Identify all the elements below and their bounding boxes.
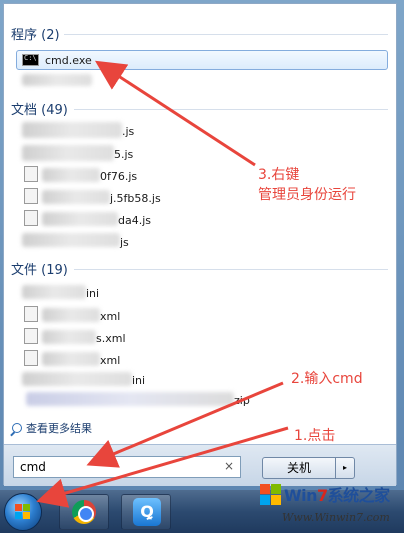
file-icon: [24, 166, 38, 182]
watermark: Win7系统之家 Www.Winwin7.com: [256, 478, 404, 533]
search-icon: [12, 423, 22, 433]
file-item-6[interactable]: [26, 392, 234, 406]
document-item-5-label: da4.js: [118, 214, 152, 227]
document-item-6[interactable]: [22, 233, 120, 247]
clear-search-icon[interactable]: ×: [224, 459, 234, 473]
document-item-1-label: .js: [122, 125, 135, 138]
file-item-6-label: zip: [234, 394, 250, 407]
shutdown-button[interactable]: 关机 ▸: [262, 457, 355, 479]
file-item-2[interactable]: [42, 308, 100, 322]
file-item-4-label: xml: [100, 354, 121, 367]
annotation-step3-line1: 3.右键: [258, 167, 300, 183]
search-input-value: cmd: [20, 460, 46, 474]
document-item-3[interactable]: [42, 168, 100, 182]
file-icon: [24, 306, 38, 322]
files-divider: [74, 269, 388, 270]
files-title: 文件: [11, 263, 38, 278]
file-item-3[interactable]: [42, 330, 96, 344]
shutdown-options-arrow-icon[interactable]: ▸: [336, 458, 354, 478]
annotation-step1: 1.点击: [294, 428, 336, 444]
file-item-3-label: s.xml: [96, 332, 126, 345]
file-icon: [24, 188, 38, 204]
files-header: 文件 (19): [11, 259, 68, 278]
annotation-step3-line2: 管理员身份运行: [258, 187, 356, 203]
document-item-1[interactable]: [22, 122, 122, 138]
document-item-4[interactable]: [42, 190, 110, 204]
watermark-title: Win7系统之家: [284, 486, 390, 505]
windows-logo-icon: [15, 504, 31, 520]
file-item-4[interactable]: [42, 352, 100, 366]
document-item-6-label: js: [120, 236, 129, 249]
documents-divider: [74, 109, 388, 110]
file-item-1[interactable]: [22, 285, 86, 299]
file-icon: [24, 350, 38, 366]
programs-count: (2): [41, 28, 60, 43]
document-item-5[interactable]: [42, 212, 118, 226]
file-item-1-label: ini: [86, 287, 100, 300]
search-input[interactable]: cmd ×: [13, 456, 241, 478]
documents-title: 文档: [11, 103, 38, 118]
watermark-url: Www.Winwin7.com: [282, 511, 390, 524]
file-icon: [24, 210, 38, 226]
cmd-console-icon: [22, 54, 39, 66]
files-count: (19): [41, 263, 68, 278]
documents-count: (49): [41, 103, 68, 118]
document-item-2-label: 5.js: [114, 148, 134, 161]
document-item-3-label: 0f76.js: [100, 170, 138, 183]
file-item-5-label: ini: [132, 374, 146, 387]
programs-divider: [64, 34, 388, 35]
start-menu: 程序 (2) cmd.exe 文档 (49) .js 5.js 0f76.js …: [3, 3, 397, 486]
file-item-5[interactable]: [22, 372, 132, 386]
annotation-step2: 2.输入cmd: [291, 371, 363, 387]
see-more-results-link[interactable]: 查看更多结果: [12, 420, 92, 436]
app-icon: Ꝗ: [133, 498, 161, 526]
programs-header: 程序 (2): [11, 24, 60, 43]
file-icon: [24, 328, 38, 344]
program-item-cmd[interactable]: cmd.exe: [16, 50, 388, 70]
watermark-logo-icon: [260, 484, 282, 506]
chrome-icon: [72, 500, 96, 524]
documents-header: 文档 (49): [11, 99, 68, 118]
programs-title: 程序: [11, 28, 38, 43]
document-item-2[interactable]: [22, 145, 114, 161]
shutdown-label: 关机: [263, 458, 336, 478]
program-item-label: cmd.exe: [45, 53, 92, 67]
file-item-2-label: xml: [100, 310, 121, 323]
see-more-results-label: 查看更多结果: [26, 422, 92, 435]
document-item-4-label: j.5fb58.js: [110, 192, 161, 205]
blurred-program-item[interactable]: [22, 74, 92, 86]
